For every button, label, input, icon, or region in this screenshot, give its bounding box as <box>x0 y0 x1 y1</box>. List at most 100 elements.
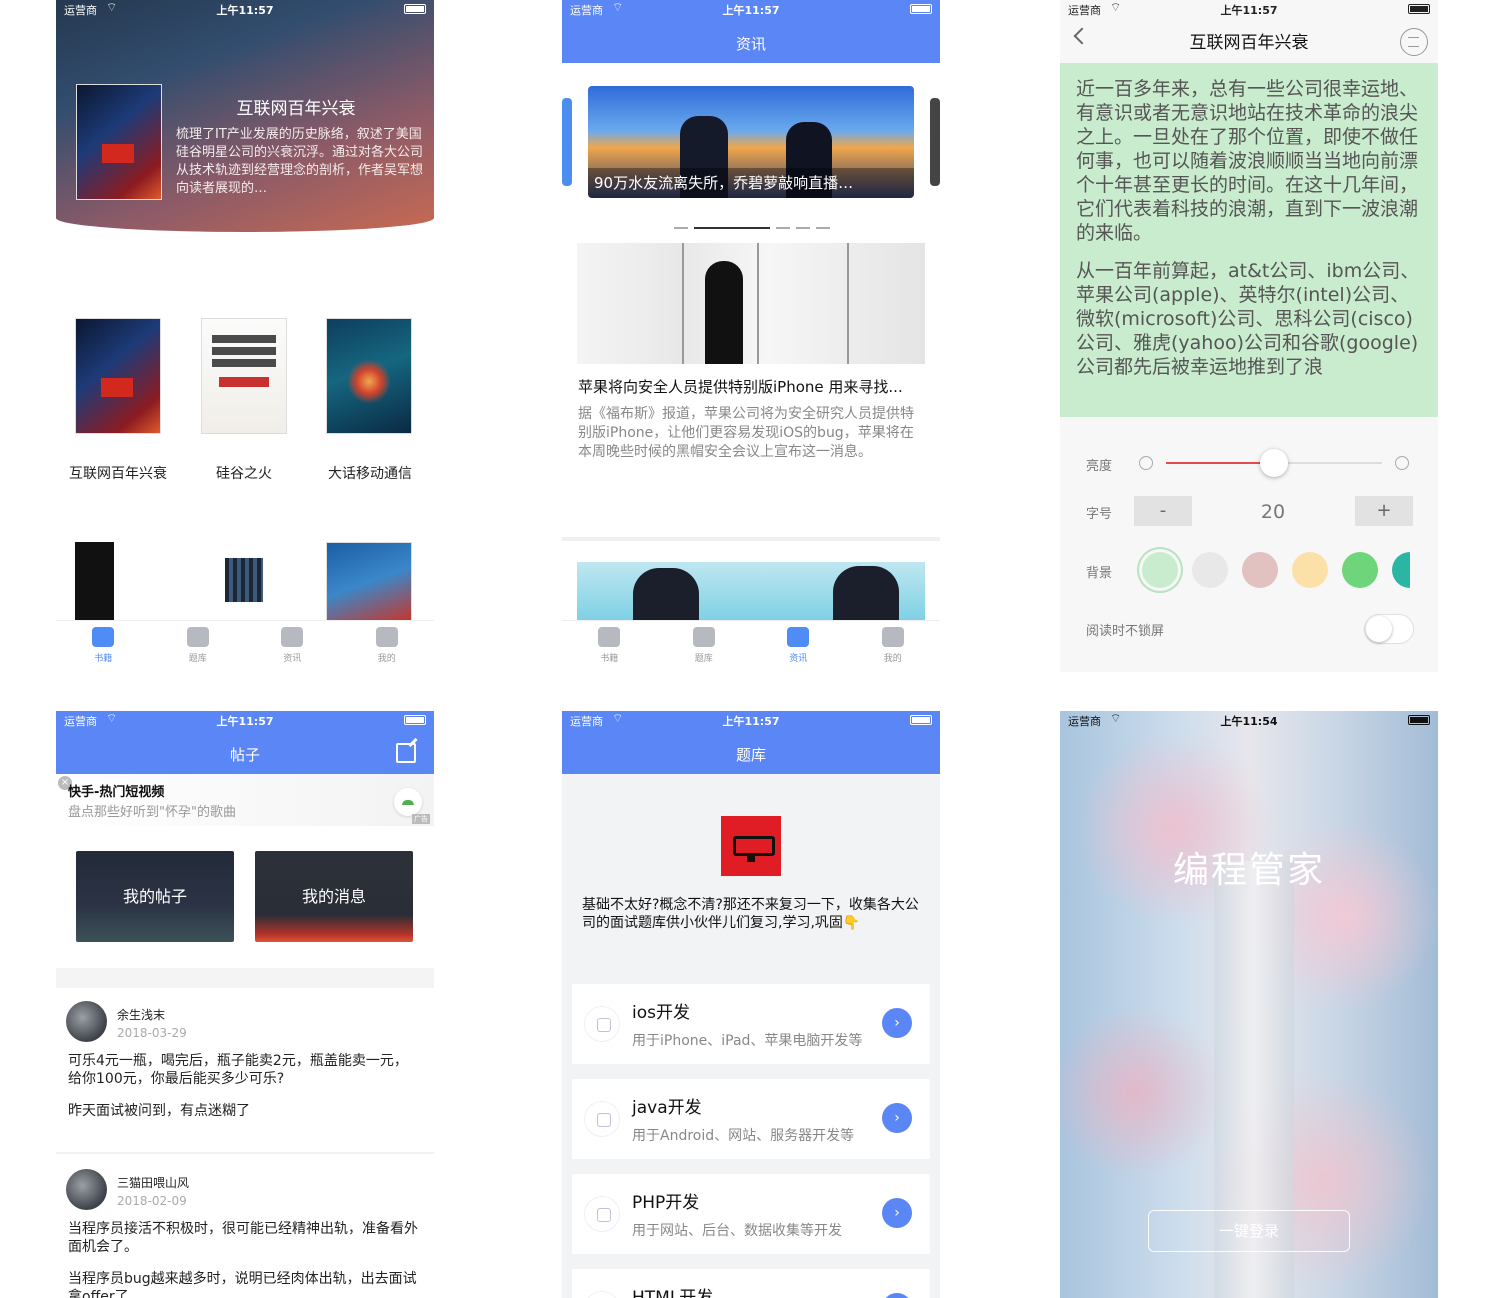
course-php[interactable]: PHP开发 用于网站、后台、数据收集等开发 › <box>572 1174 930 1254</box>
background-swatch[interactable] <box>1342 552 1378 588</box>
background-swatch[interactable] <box>1142 552 1178 588</box>
android-icon <box>584 1101 620 1137</box>
one-tap-login-button[interactable]: 一键登录 <box>1148 1210 1350 1252</box>
keep-awake-toggle[interactable] <box>1364 614 1414 644</box>
news-thumbnail[interactable] <box>577 562 925 620</box>
reader-header: 运营商 ⌔ 上午11:57 互联网百年兴衰 <box>1060 0 1438 63</box>
chevron-right-icon[interactable]: › <box>882 1103 912 1133</box>
tab-news[interactable]: 资讯 <box>245 621 340 672</box>
background-swatch[interactable] <box>1292 552 1328 588</box>
post-date: 2018-02-09 <box>117 1194 187 1208</box>
course-java[interactable]: java开发 用于Android、网站、服务器开发等 › <box>572 1079 930 1159</box>
reader-screen: 运营商 ⌔ 上午11:57 互联网百年兴衰 近一百多年来，总有一些公司很幸运地、… <box>1060 0 1438 672</box>
tab-me[interactable]: 我的 <box>340 621 435 672</box>
course-description: 用于Android、网站、服务器开发等 <box>632 1128 855 1144</box>
list-icon[interactable] <box>1400 28 1428 56</box>
status-time: 上午11:57 <box>722 715 780 728</box>
post-username: 余生浅末 <box>117 1008 166 1022</box>
banner-prev-peek[interactable] <box>562 98 572 186</box>
ad-title: 快手-热门短视频 <box>68 785 165 800</box>
ad-subtitle: 盘点那些好听到"怀孕"的歌曲 <box>68 805 236 820</box>
book-cover[interactable] <box>326 542 412 622</box>
apple-icon <box>584 1006 620 1042</box>
book-cover[interactable] <box>75 542 161 622</box>
chevron-right-icon[interactable]: › <box>882 1008 912 1038</box>
status-time: 上午11:54 <box>1220 715 1278 728</box>
course-ios[interactable]: ios开发 用于iPhone、iPad、苹果电脑开发等 › <box>572 984 930 1064</box>
code-logo-icon <box>721 816 781 876</box>
course-description: 用于网站、后台、数据收集等开发 <box>632 1223 842 1239</box>
app-title: 编程管家 <box>1172 850 1325 891</box>
status-bar: 运营商 ⌔ 上午11:57 <box>56 711 434 729</box>
news-banner[interactable]: 90万水友流离失所，乔碧萝敲响直播… <box>588 86 914 198</box>
brightness-slider[interactable] <box>1166 449 1382 477</box>
tab-question-bank[interactable]: 题库 <box>657 621 752 672</box>
tab-label: 题库 <box>188 654 207 664</box>
reading-area[interactable]: 近一百多年来，总有一些公司很幸运地、有意识或者无意识地站在技术革命的浪尖之上。一… <box>1060 63 1438 417</box>
chevron-right-icon[interactable]: › <box>882 1198 912 1228</box>
ad-tag: 广告 <box>412 814 430 824</box>
tab-label: 题库 <box>694 654 713 664</box>
chevron-right-icon[interactable]: › <box>882 1293 912 1298</box>
brightness-slider-thumb[interactable] <box>1260 449 1288 477</box>
divider <box>56 1152 434 1154</box>
book-cover[interactable] <box>201 542 287 622</box>
news-icon <box>281 627 304 647</box>
tab-bar: 书籍 题库 资讯 我的 <box>56 620 434 672</box>
banner-next-peek[interactable] <box>930 98 940 186</box>
featured-book-cover[interactable] <box>76 84 162 200</box>
news-thumbnail[interactable] <box>577 243 925 364</box>
book-cover[interactable] <box>326 318 412 434</box>
course-html[interactable]: HTML开发 › <box>572 1269 930 1298</box>
tab-label: 我的 <box>883 654 902 664</box>
nav-bar: 运营商 ⌔ 上午11:57 题库 <box>562 711 940 774</box>
banner-caption: 90万水友流离失所，乔碧萝敲响直播… <box>588 168 914 198</box>
nav-bar: 运营商 ⌔ 上午11:57 帖子 <box>56 711 434 774</box>
course-title: ios开发 <box>632 1003 690 1023</box>
background-swatch[interactable] <box>1242 552 1278 588</box>
brightness-low-icon <box>1139 456 1153 470</box>
folder-icon <box>692 627 715 647</box>
question-bank-intro: 基础不太好?概念不清?那还不来复习一下，收集各大公司的面试题库供小伙伴儿们复习,… <box>582 897 919 931</box>
tag-icon <box>92 627 115 647</box>
font-increase-button[interactable]: + <box>1355 496 1413 526</box>
font-size-label: 字号 <box>1086 507 1113 522</box>
featured-book-description: 梳理了IT产业发展的历史脉络，叙述了美国硅谷明星公司的兴衰沉浮。通过对各大公司从… <box>176 127 424 196</box>
books-screen: 运营商 ⌔ 上午11:57 互联网百年兴衰 梳理了IT产业发展的历史脉络，叙述了… <box>56 0 434 672</box>
book-cover[interactable] <box>201 318 287 434</box>
brightness-label: 亮度 <box>1086 459 1113 474</box>
my-messages-card[interactable]: 我的消息 <box>255 851 413 942</box>
page-title: 题库 <box>735 746 766 764</box>
tab-books[interactable]: 书籍 <box>56 621 151 672</box>
course-description: 用于iPhone、iPad、苹果电脑开发等 <box>632 1033 863 1049</box>
battery-icon <box>910 715 932 725</box>
compose-icon[interactable] <box>396 743 416 763</box>
divider <box>56 968 434 988</box>
book-cover[interactable] <box>75 318 161 434</box>
code-icon <box>584 1291 620 1298</box>
background-swatch[interactable] <box>1192 552 1228 588</box>
tab-label: 资讯 <box>283 654 302 664</box>
tab-label: 书籍 <box>94 654 113 664</box>
my-posts-card[interactable]: 我的帖子 <box>76 851 234 942</box>
font-size-value: 20 <box>1260 501 1286 523</box>
battery-icon <box>404 4 426 14</box>
avatar[interactable] <box>66 1169 107 1210</box>
status-time: 上午11:57 <box>216 715 274 728</box>
post-text: 可乐4元一瓶，喝完后，瓶子能卖2元，瓶盖能卖一元，给你100元，你最后能买多少可… <box>68 1053 408 1087</box>
tab-books[interactable]: 书籍 <box>562 621 657 672</box>
course-title: PHP开发 <box>632 1193 700 1213</box>
question-bank-screen: 运营商 ⌔ 上午11:57 题库 基础不太好?概念不清?那还不来复习一下，收集各… <box>562 711 940 1298</box>
font-decrease-button[interactable]: - <box>1134 496 1192 526</box>
news-title[interactable]: 苹果将向安全人员提供特别版iPhone 用来寻找... <box>578 376 928 397</box>
tab-question-bank[interactable]: 题库 <box>151 621 246 672</box>
post-text: 昨天面试被问到，有点迷糊了 <box>68 1103 250 1119</box>
avatar[interactable] <box>66 1001 107 1042</box>
news-screen: 运营商 ⌔ 上午11:57 资讯 90万水友流离失所，乔碧萝敲响直播… 苹果将向… <box>562 0 940 672</box>
page-title: 资讯 <box>735 35 766 53</box>
ad-banner[interactable]: × 快手-热门短视频 盘点那些好听到"怀孕"的歌曲 广告 <box>56 774 434 826</box>
news-summary: 据《福布斯》报道，苹果公司将为安全研究人员提供特别版iPhone，让他们更容易发… <box>578 406 914 460</box>
battery-icon <box>404 715 426 725</box>
tab-me[interactable]: 我的 <box>846 621 941 672</box>
tab-news[interactable]: 资讯 <box>751 621 846 672</box>
